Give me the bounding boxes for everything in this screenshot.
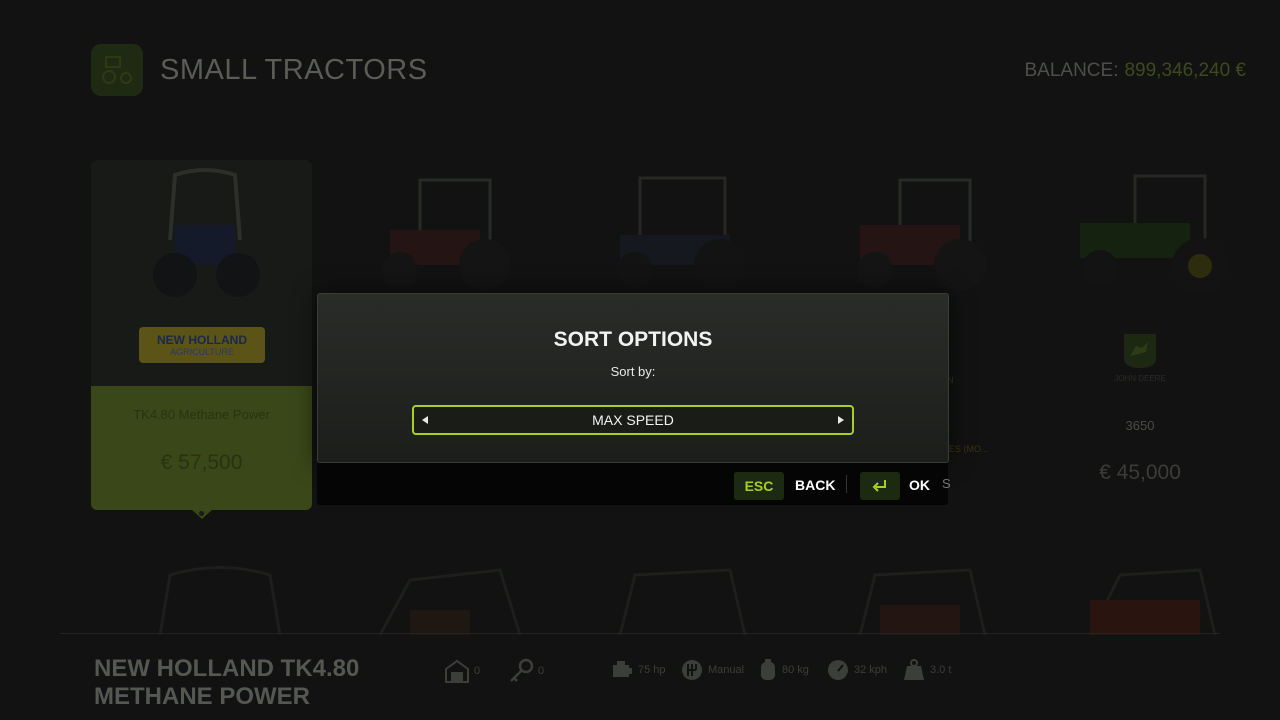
balance-display: BALANCE: 899,346,240 €: [1025, 60, 1247, 82]
next-option-arrow-icon[interactable]: [838, 416, 844, 424]
balance-value: 899,346,240 €: [1124, 60, 1246, 81]
ok-button[interactable]: OK: [909, 477, 930, 493]
brand-text: JOHN DEERE: [1114, 374, 1166, 383]
leased-stat: 0: [508, 658, 544, 684]
leased-count: 0: [538, 665, 545, 677]
owned-stat: 0: [444, 658, 480, 684]
brand-name: NEW HOLLAND: [157, 333, 247, 347]
dialog-button-bar: ESC BACK OK: [317, 463, 948, 505]
sort-by-value: MAX SPEED: [592, 412, 674, 428]
dialog-title: SORT OPTIONS: [553, 328, 713, 351]
engine-icon: [613, 661, 632, 677]
page-title: SMALL TRACTORS: [160, 54, 428, 86]
key-icon: [510, 658, 534, 682]
weight-value: 3.0 t: [930, 664, 952, 676]
card-vehicle-name: TK4.80 Methane Power: [133, 407, 270, 422]
transmission-stat: Manual: [680, 658, 744, 682]
category-logo: [91, 44, 143, 96]
balance-label: BALANCE:: [1024, 60, 1119, 81]
dialog-subtitle: Sort by:: [610, 364, 656, 379]
vehicle-card-selected-footer[interactable]: [91, 386, 312, 510]
sort-by-selector[interactable]: MAX SPEED: [412, 405, 854, 435]
speed-stat: 32 kph: [826, 658, 887, 682]
tractor-image: [617, 176, 746, 291]
weight-stat: 3.0 t: [902, 658, 951, 682]
bottom-divider: [60, 633, 1220, 634]
gas-tank-icon: [761, 659, 775, 680]
esc-key-icon[interactable]: ESC: [734, 472, 784, 500]
tractor-image: [1080, 174, 1228, 294]
button-separator: [846, 475, 847, 493]
return-arrow-icon: [872, 480, 886, 492]
tractor-image: [618, 568, 747, 635]
brand-subtitle: AGRICULTURE: [170, 347, 234, 357]
card-vehicle-name: 3650: [1125, 418, 1155, 433]
transmission-value: Manual: [708, 664, 745, 676]
tractor-image: [858, 568, 987, 635]
card-vehicle-price: € 45,000: [1099, 461, 1181, 484]
selected-vehicle-name: NEW HOLLAND TK4.80 METHANE POWER: [94, 655, 360, 710]
weight-icon: [904, 659, 924, 680]
garage-icon: [445, 659, 469, 683]
card-vehicle-price: € 57,500: [160, 451, 243, 474]
tractor-image: [153, 168, 260, 297]
sort-options-dialog: SORT OPTIONS Sort by: MAX SPEED: [317, 293, 949, 463]
partial-label: S: [942, 476, 951, 491]
enter-key-icon[interactable]: [860, 472, 900, 500]
fuel-stat: 80 kg: [758, 658, 809, 682]
back-button[interactable]: BACK: [795, 477, 835, 493]
shop-screen: SMALL TRACTORS BALANCE: 899,346,240 € NEW…: [0, 0, 1280, 720]
tractor-image: [382, 178, 511, 291]
deer-icon: [1124, 334, 1156, 368]
brand-logo-new-holland: NEW HOLLAND AGRICULTURE: [139, 327, 265, 363]
tractor-icon: [102, 56, 132, 84]
selection-dot: [199, 511, 204, 516]
gearbox-icon: [682, 660, 702, 680]
tractor-image: [857, 178, 986, 291]
owned-count: 0: [474, 665, 481, 677]
speedometer-icon: [828, 660, 848, 680]
power-value: 75 hp: [638, 664, 666, 676]
speed-value: 32 kph: [854, 664, 888, 676]
fuel-value: 80 kg: [782, 664, 809, 676]
power-stat: 75 hp: [610, 658, 666, 682]
tractor-image: [158, 566, 282, 635]
tractor-image: [378, 568, 522, 635]
tractor-image: [1088, 568, 1217, 635]
